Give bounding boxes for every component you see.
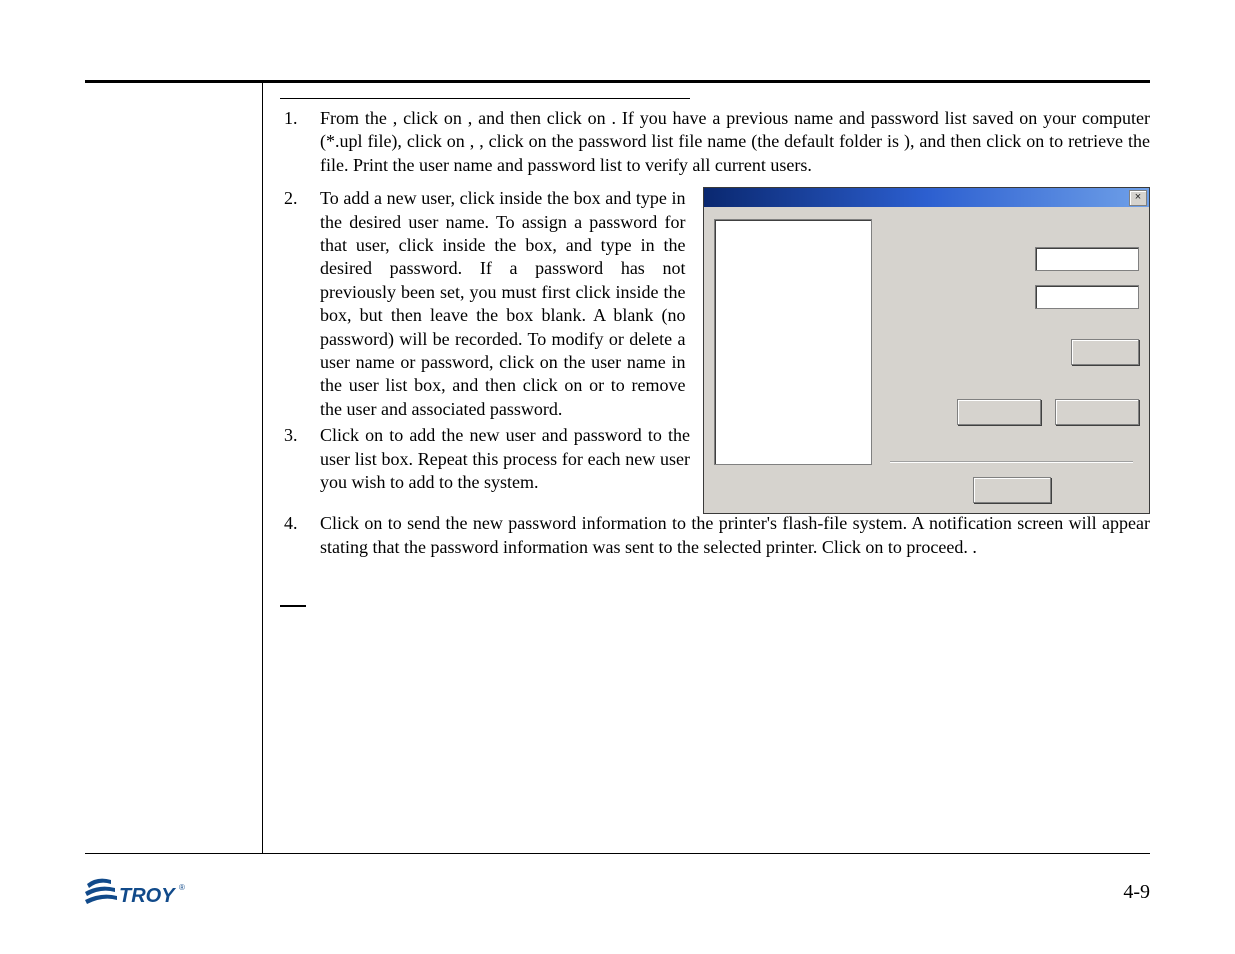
- password-input[interactable]: [1035, 285, 1139, 309]
- dialog-divider: [890, 461, 1133, 463]
- step-1: From the , click on , and then click on …: [302, 107, 1150, 177]
- brand-logo: TROY ®: [85, 874, 185, 910]
- step-3: Click on to add the new user and passwor…: [302, 424, 690, 494]
- dialog-right-pane: [880, 207, 1149, 513]
- vertical-rule: [262, 80, 263, 854]
- page-number: 4-9: [1123, 881, 1150, 904]
- dialog-titlebar: ×: [704, 188, 1149, 207]
- username-input[interactable]: [1035, 247, 1139, 271]
- section-underline: [280, 98, 690, 99]
- main-content: From the , click on , and then click on …: [280, 98, 1150, 844]
- dialog-body: [704, 207, 1149, 513]
- step-4: Click on to send the new password inform…: [302, 512, 1150, 559]
- step-2-text: To add a new user, click inside the box …: [320, 187, 685, 421]
- step-3-text: Click on to add the new user and passwor…: [320, 425, 690, 492]
- single-button[interactable]: [1071, 339, 1139, 365]
- close-icon[interactable]: ×: [1129, 190, 1147, 206]
- step-4-text: Click on to send the new password inform…: [320, 512, 1150, 559]
- svg-text:®: ®: [179, 883, 185, 892]
- dialog-screenshot: ×: [703, 187, 1150, 514]
- instruction-list: From the , click on , and then click on …: [280, 107, 1150, 559]
- step-1-text: From the , click on , and then click on …: [320, 107, 1150, 177]
- pair-button-left[interactable]: [957, 399, 1041, 425]
- dialog-left-pane: [704, 207, 880, 513]
- pair-button-right[interactable]: [1055, 399, 1139, 425]
- document-page: From the , click on , and then click on …: [0, 0, 1235, 954]
- bottom-horizontal-rule: [85, 853, 1150, 854]
- user-list-box[interactable]: [714, 219, 872, 465]
- brand-text: TROY: [119, 885, 176, 907]
- note-marker: [280, 605, 306, 607]
- top-horizontal-rule: [85, 80, 1150, 83]
- bottom-button[interactable]: [973, 477, 1051, 503]
